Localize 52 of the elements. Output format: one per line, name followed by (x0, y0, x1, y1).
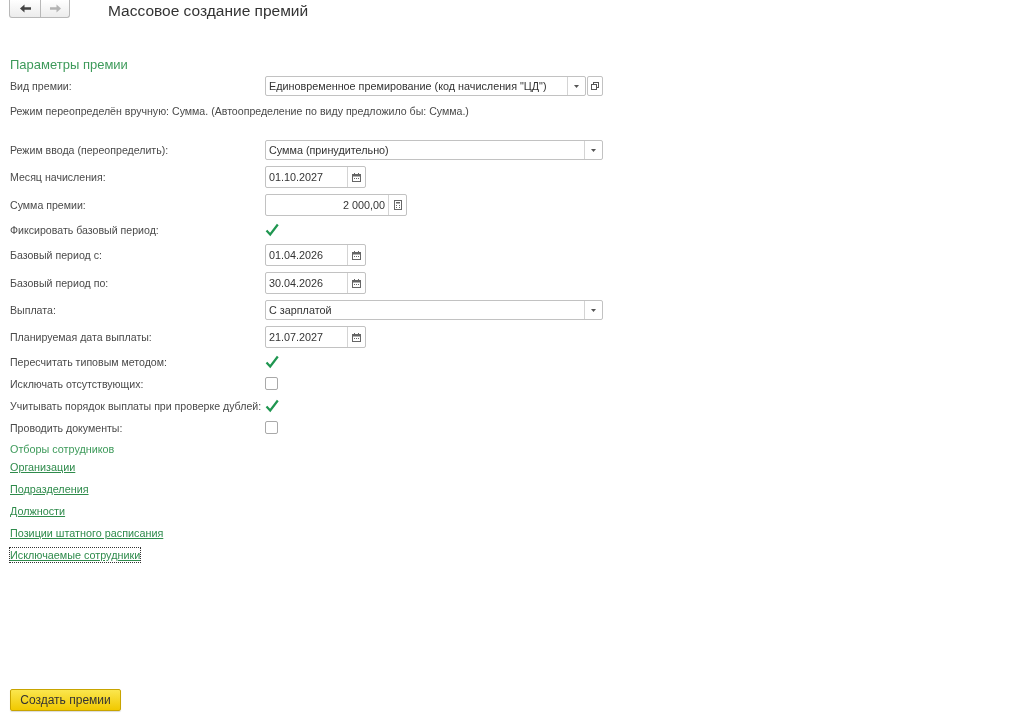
dropdown-field[interactable]: Сумма (принудительно) (265, 140, 603, 160)
caret-icon (591, 308, 596, 312)
checkmark-icon (265, 399, 279, 413)
checkbox[interactable] (265, 398, 279, 414)
amount-field[interactable]: 2 000,00 (265, 194, 407, 216)
field-label: Планируемая дата выплаты: (10, 331, 153, 343)
field-label: Базовый период с: (10, 249, 103, 261)
checkmark-icon (265, 223, 279, 237)
dropdown-field[interactable]: С зарплатой (265, 300, 603, 320)
filter-link[interactable]: Должности (10, 504, 66, 518)
date-field[interactable]: 21.07.2027 (265, 326, 366, 348)
checkbox[interactable] (265, 377, 278, 390)
dropdown-field[interactable]: Единовременное премирование (код начисления "ЦД") (265, 76, 586, 96)
section-title: Отборы сотрудников (10, 442, 115, 456)
arrow-left-icon (19, 4, 31, 13)
caret-icon (574, 84, 579, 88)
two-squares-icon (591, 82, 599, 90)
create-button[interactable]: Создать премии (10, 689, 121, 711)
field-label: Сумма премии: (10, 199, 87, 211)
page-title: Массовое создание премий (108, 2, 309, 20)
filter-link[interactable]: Организации (10, 460, 76, 474)
back-button[interactable] (9, 0, 41, 18)
date-field[interactable]: 30.04.2026 (265, 272, 366, 294)
checkbox[interactable] (265, 421, 278, 434)
filter-link[interactable]: Позиции штатного расписания (10, 526, 164, 540)
field-label: Пересчитать типовым методом: (10, 356, 168, 368)
date-field[interactable]: 01.10.2027 (265, 166, 366, 188)
checkmark-icon (265, 355, 279, 369)
calendar-icon (352, 332, 361, 342)
field-label: Проводить документы: (10, 422, 124, 434)
field-label: Вид премии: (10, 80, 73, 92)
calculator-icon (393, 200, 402, 210)
section-title: Параметры премии (10, 57, 128, 73)
field-label: Фиксировать базовый период: (10, 224, 160, 236)
field-label: Базовый период по: (10, 277, 110, 289)
filter-link[interactable]: Подразделения (10, 482, 89, 496)
calendar-icon (352, 250, 361, 260)
mode-note: Режим переопределён вручную: Сумма. (Автоопределение по виду предложило бы: Сумма.) (10, 104, 469, 118)
checkbox[interactable] (265, 222, 279, 238)
field-label: Исключать отсутствующих: (10, 378, 145, 390)
arrow-right-icon (49, 4, 61, 13)
open-button[interactable] (587, 76, 603, 96)
checkbox[interactable] (265, 354, 279, 370)
filter-link[interactable]: Исключаемые сотрудники (10, 548, 141, 562)
calendar-icon (352, 172, 361, 182)
field-label: Учитывать порядок выплаты при проверке дублей: (10, 400, 263, 412)
caret-icon (591, 148, 596, 152)
field-label: Месяц начисления: (10, 171, 107, 183)
field-label: Режим ввода (переопределить): (10, 144, 170, 156)
calendar-icon (352, 278, 361, 288)
date-field[interactable]: 01.04.2026 (265, 244, 366, 266)
field-label: Выплата: (10, 304, 57, 316)
